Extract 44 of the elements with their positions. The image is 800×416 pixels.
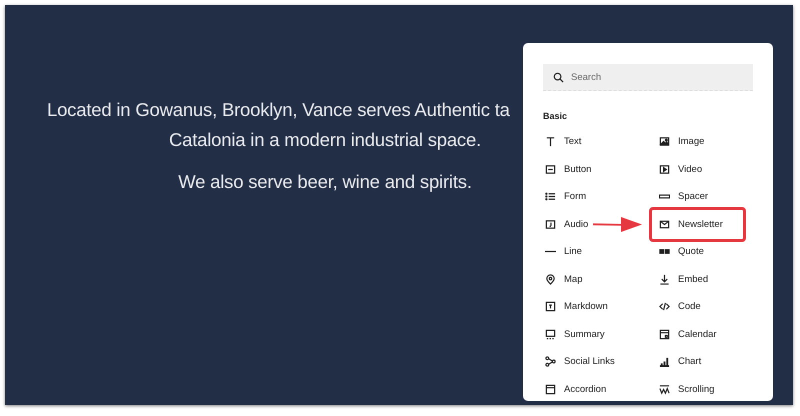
download-icon [659, 274, 670, 285]
block-option[interactable]: Image [651, 128, 731, 156]
block-option[interactable]: Accordion [537, 376, 617, 401]
code-icon [659, 301, 670, 312]
map-pin-icon [545, 274, 556, 285]
accordion-icon [545, 384, 556, 395]
button-icon [545, 164, 556, 175]
bar-chart-icon [659, 356, 670, 368]
block-option[interactable]: Line [537, 238, 617, 266]
video-icon [659, 164, 670, 175]
search-icon [553, 72, 564, 83]
section-heading: Basic [543, 111, 568, 121]
hero-text-line: Catalonia in a modern industrial space. [168, 128, 482, 152]
block-option[interactable]: Text [537, 128, 617, 156]
search-field[interactable]: Search [543, 64, 753, 91]
hero-text-line: Located in Gowanus, Brooklyn, Vance serves Authentic ta [47, 98, 510, 122]
block-option[interactable]: Audio [537, 210, 617, 238]
calendar-icon [659, 328, 670, 340]
share-icon [545, 356, 556, 368]
block-option[interactable]: Markdown [537, 293, 617, 320]
arrow-annotation [593, 217, 642, 232]
block-option[interactable]: Chart [651, 348, 731, 376]
block-option[interactable]: Calendar [651, 320, 731, 348]
block-option[interactable]: Spacer [651, 183, 731, 210]
markdown-icon [545, 301, 556, 312]
image-icon [659, 136, 670, 148]
block-option[interactable]: Button [537, 156, 617, 183]
block-option[interactable]: Video [651, 156, 731, 183]
block-option[interactable]: Scrolling [651, 376, 731, 401]
block-option[interactable]: Summary [537, 320, 617, 348]
envelope-icon [659, 218, 670, 230]
summary-icon [545, 328, 556, 340]
text-icon [545, 136, 556, 148]
scrolling-icon [659, 384, 670, 395]
block-option[interactable]: Embed [651, 266, 731, 293]
block-option[interactable]: Social Links [537, 348, 621, 376]
block-option[interactable]: Form [537, 183, 617, 210]
block-option[interactable]: Map [537, 266, 617, 293]
list-icon [545, 191, 556, 202]
audio-icon [545, 218, 556, 230]
block-option[interactable]: Quote [651, 238, 731, 266]
block-option[interactable]: Code [651, 293, 731, 320]
block-option[interactable]: Newsletter [651, 208, 744, 240]
hero-text-line: We also serve beer, wine and spirits. [178, 170, 472, 194]
